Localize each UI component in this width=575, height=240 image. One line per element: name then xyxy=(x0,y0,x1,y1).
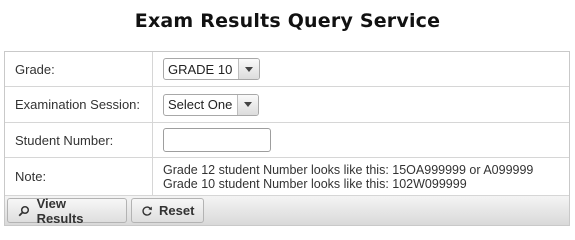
session-label: Examination Session: xyxy=(5,87,153,122)
reset-button[interactable]: Reset xyxy=(131,198,204,223)
student-number-input[interactable] xyxy=(163,128,271,152)
session-select-value: Select One xyxy=(168,97,233,112)
session-row: Examination Session: Select One xyxy=(5,87,569,123)
grade-select-value: GRADE 10 xyxy=(168,61,233,77)
grade-label: Grade: xyxy=(5,52,153,86)
view-results-label: View Results xyxy=(36,195,84,226)
chevron-down-icon[interactable] xyxy=(237,94,258,115)
note-text: Grade 12 student Number looks like this:… xyxy=(163,163,533,191)
note-line-grade12: Grade 12 student Number looks like this:… xyxy=(163,162,534,177)
search-icon xyxy=(17,205,31,217)
refresh-icon xyxy=(141,205,153,217)
query-form: Grade: GRADE 10 Examination Session: Sel… xyxy=(4,51,570,226)
reset-label: Reset xyxy=(159,203,195,218)
grade-select[interactable]: GRADE 10 xyxy=(163,58,260,80)
note-line-grade10: Grade 10 student Number looks like this:… xyxy=(163,176,467,191)
form-toolbar: View Results Reset xyxy=(5,195,569,226)
chevron-down-icon[interactable] xyxy=(238,59,259,79)
grade-row: Grade: GRADE 10 xyxy=(5,52,569,87)
student-number-label: Student Number: xyxy=(5,123,153,157)
page-title: Exam Results Query Service xyxy=(134,10,441,32)
note-label: Note: xyxy=(5,158,153,195)
note-row: Note: Grade 12 student Number looks like… xyxy=(5,158,569,196)
session-select[interactable]: Select One xyxy=(163,93,259,116)
student-number-row: Student Number: xyxy=(5,123,569,158)
view-results-button[interactable]: View Results xyxy=(7,195,127,226)
